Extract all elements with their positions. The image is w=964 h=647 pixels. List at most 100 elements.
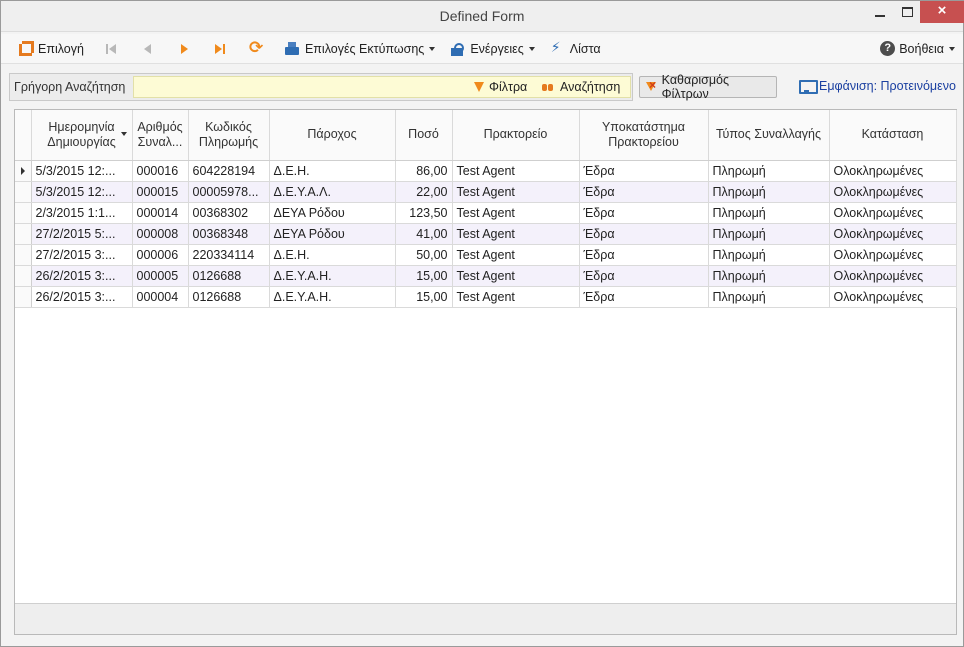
actions-button[interactable]: Ενέργειες	[449, 41, 535, 57]
previous-record-icon[interactable]	[140, 41, 156, 57]
quick-search-field: Φίλτρα Αναζήτηση	[133, 76, 631, 98]
column-header-provider[interactable]: Πάροχος	[269, 110, 396, 161]
cell-status: Ολοκληρωμένες	[829, 223, 957, 245]
cell-amount: 15,00	[395, 286, 453, 308]
column-header-txn-type[interactable]: Τύπος Συναλλαγής	[708, 110, 830, 161]
cell-agency: Test Agent	[452, 265, 580, 287]
row-indicator[interactable]	[15, 286, 32, 308]
refresh-icon[interactable]	[248, 38, 264, 58]
clear-filter-icon	[645, 78, 657, 93]
print-options-button[interactable]: Επιλογές Εκτύπωσης	[284, 41, 436, 57]
filters-button[interactable]: Φίλτρα	[474, 80, 527, 94]
print-icon	[284, 41, 300, 57]
quick-search-label: Γρήγορη Αναζήτηση	[14, 80, 126, 94]
help-icon: ?	[880, 41, 896, 56]
first-record-icon[interactable]	[104, 41, 120, 57]
crop-select-icon	[17, 40, 34, 57]
cell-branch: Έδρα	[579, 181, 709, 203]
cell-branch: Έδρα	[579, 286, 709, 308]
table-row[interactable]: 5/3/2015 12:... 000015 00005978... Δ.Ε.Υ…	[15, 181, 957, 203]
cell-txn-no: 000016	[132, 160, 189, 182]
cell-pay-code: 0126688	[188, 286, 270, 308]
cell-txn-type: Πληρωμή	[708, 244, 830, 266]
row-indicator[interactable]	[15, 265, 32, 287]
sort-descending-icon	[120, 132, 127, 136]
cell-provider: Δ.Ε.Υ.Α.Η.	[269, 286, 396, 308]
cell-txn-no: 000014	[132, 202, 189, 224]
cell-amount: 86,00	[395, 160, 453, 182]
chevron-down-icon	[429, 46, 436, 51]
window-title: Defined Form	[439, 8, 525, 24]
cell-created: 2/3/2015 1:1...	[31, 202, 133, 224]
cell-agency: Test Agent	[452, 223, 580, 245]
cell-agency: Test Agent	[452, 286, 580, 308]
column-header-label: Τύπος Συναλλαγής	[715, 127, 822, 142]
column-header-status[interactable]: Κατάσταση	[829, 110, 957, 161]
cell-txn-no: 000015	[132, 181, 189, 203]
view-selector-link[interactable]: Εμφάνιση: Προτεινόμενο	[799, 79, 956, 94]
row-indicator-header	[15, 110, 32, 161]
cell-status: Ολοκληρωμένες	[829, 202, 957, 224]
cell-branch: Έδρα	[579, 160, 709, 182]
column-header-label: Ποσό	[408, 127, 439, 142]
select-label: Επιλογή	[38, 41, 84, 56]
close-button[interactable]: ×	[920, 1, 964, 23]
table-row[interactable]: 26/2/2015 3:... 000004 0126688 Δ.Ε.Υ.Α.Η…	[15, 286, 957, 308]
cell-amount: 123,50	[395, 202, 453, 224]
transactions-table: Ημερομηνία Δημιουργίας Αριθμός Συναλ... …	[15, 110, 957, 308]
column-header-label: Αριθμός Συναλ...	[137, 119, 183, 149]
title-bar: Defined Form ×	[1, 1, 964, 32]
clear-filters-button[interactable]: Καθαρισμός Φίλτρων	[639, 73, 777, 101]
column-header-pay-code[interactable]: Κωδικός Πληρωμής	[188, 110, 270, 161]
funnel-icon	[474, 82, 484, 92]
app-window: Defined Form × Επιλογή Επιλογές Εκτύπωση…	[0, 0, 964, 647]
list-label: Λίστα	[569, 41, 601, 56]
row-indicator[interactable]	[15, 223, 32, 245]
print-options-label: Επιλογές Εκτύπωσης	[304, 41, 425, 56]
table-row[interactable]: 27/2/2015 3:... 000006 220334114 Δ.Ε.Η. …	[15, 244, 957, 266]
next-record-icon[interactable]	[176, 41, 192, 57]
quick-search-input[interactable]	[134, 77, 464, 97]
cell-created: 27/2/2015 3:...	[31, 244, 133, 266]
cell-branch: Έδρα	[579, 223, 709, 245]
table-row[interactable]: 5/3/2015 12:... 000016 604228194 Δ.Ε.Η. …	[15, 160, 957, 182]
help-button[interactable]: ? Βοήθεια	[880, 41, 955, 56]
column-header-created[interactable]: Ημερομηνία Δημιουργίας	[31, 110, 133, 161]
table-row[interactable]: 26/2/2015 3:... 000005 0126688 Δ.Ε.Υ.Α.Η…	[15, 265, 957, 287]
row-indicator[interactable]	[15, 202, 32, 224]
cell-pay-code: 604228194	[188, 160, 270, 182]
cell-pay-code: 00368348	[188, 223, 270, 245]
cell-created: 26/2/2015 3:...	[31, 265, 133, 287]
cell-provider: Δ.Ε.Υ.Α.Η.	[269, 265, 396, 287]
cell-created: 26/2/2015 3:...	[31, 286, 133, 308]
table-row[interactable]: 27/2/2015 5:... 000008 00368348 ΔΕΥΑ Ρόδ…	[15, 223, 957, 245]
transactions-grid: Ημερομηνία Δημιουργίας Αριθμός Συναλ... …	[14, 109, 957, 635]
cell-amount: 22,00	[395, 181, 453, 203]
minimize-button[interactable]	[866, 1, 894, 23]
column-header-branch[interactable]: Υποκατάστημα Πρακτορείου	[579, 110, 709, 161]
view-label: Εμφάνιση: Προτεινόμενο	[819, 79, 956, 93]
cell-txn-type: Πληρωμή	[708, 202, 830, 224]
clear-filters-label: Καθαρισμός Φίλτρων	[661, 73, 730, 101]
search-button[interactable]: Αναζήτηση	[542, 80, 620, 94]
cell-agency: Test Agent	[452, 181, 580, 203]
last-record-icon[interactable]	[212, 41, 228, 57]
cell-agency: Test Agent	[452, 244, 580, 266]
table-row[interactable]: 2/3/2015 1:1... 000014 00368302 ΔΕΥΑ Ρόδ…	[15, 202, 957, 224]
row-indicator[interactable]	[15, 160, 32, 182]
cell-status: Ολοκληρωμένες	[829, 244, 957, 266]
row-indicator[interactable]	[15, 181, 32, 203]
select-button[interactable]: Επιλογή	[17, 40, 84, 57]
binoculars-icon	[542, 83, 554, 92]
column-header-amount[interactable]: Ποσό	[395, 110, 453, 161]
close-icon: ×	[937, 2, 947, 19]
maximize-button[interactable]	[894, 1, 920, 23]
cell-txn-type: Πληρωμή	[708, 160, 830, 182]
list-button[interactable]: Λίστα	[549, 39, 601, 57]
column-header-agency[interactable]: Πρακτορείο	[452, 110, 580, 161]
column-header-label: Κατάσταση	[861, 127, 924, 142]
actions-label: Ενέργειες	[470, 41, 524, 56]
row-indicator[interactable]	[15, 244, 32, 266]
column-header-label: Κωδικός Πληρωμής	[198, 119, 259, 149]
column-header-txn-no[interactable]: Αριθμός Συναλ...	[132, 110, 189, 161]
